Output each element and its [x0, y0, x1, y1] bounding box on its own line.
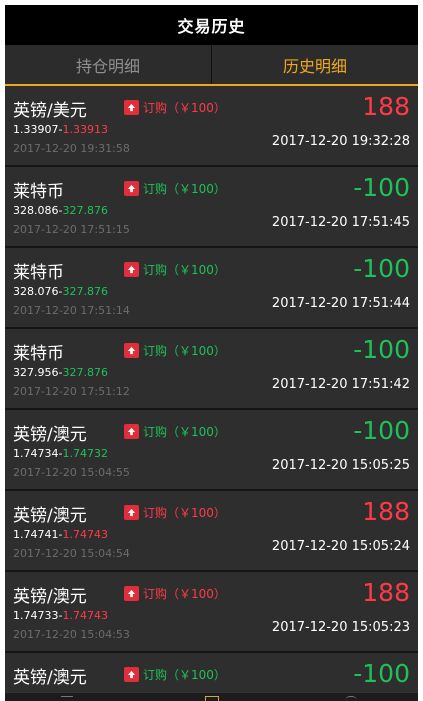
close-price: 327.876	[62, 204, 108, 217]
price-pair: 1.74741-1.74743	[13, 528, 108, 541]
profit-amount: -100	[353, 659, 410, 688]
close-time: 2017-12-20 15:05:25	[271, 458, 410, 473]
nav-home-icon[interactable]	[61, 696, 73, 701]
open-price: 1.74741-	[13, 528, 63, 541]
price-pair: 1.74733-1.74743	[13, 609, 108, 622]
close-price: 1.74732	[62, 447, 108, 460]
trade-record-row[interactable]: 英镑/澳元 订购（￥100） 1.74734-1.74732 2017-12-2…	[5, 410, 418, 491]
open-price: 1.33907-	[13, 123, 63, 136]
price-pair: 1.33907-1.33913	[13, 123, 108, 136]
nav-history-icon[interactable]	[205, 696, 219, 701]
close-time: 2017-12-20 17:51:42	[271, 377, 410, 392]
arrow-up-icon	[124, 343, 139, 358]
instrument-name: 英镑/澳元	[13, 587, 87, 607]
profit-amount: 188	[362, 92, 410, 121]
instrument-name: 英镑/澳元	[13, 506, 87, 526]
tab-positions[interactable]: 持仓明细	[5, 45, 211, 84]
arrow-up-icon	[124, 262, 139, 277]
profit-amount: -100	[353, 173, 410, 202]
profit-amount: 188	[362, 497, 410, 526]
arrow-up-icon	[124, 667, 139, 682]
order-label: 订购（￥100）	[143, 263, 226, 277]
order-badge: 订购（￥100）	[124, 504, 226, 521]
instrument-name: 莱特币	[13, 182, 64, 202]
order-badge: 订购（￥100）	[124, 99, 226, 116]
order-label: 订购（￥100）	[143, 506, 226, 520]
bottom-nav	[5, 692, 418, 701]
page-title: 交易历史	[5, 5, 418, 45]
order-label: 订购（￥100）	[143, 425, 226, 439]
trade-record-row[interactable]: 英镑/美元 订购（￥100） 1.33907-1.33913 2017-12-2…	[5, 86, 418, 167]
trade-record-row[interactable]: 英镑/澳元 订购（￥100） 1.74741-1.74743 2017-12-2…	[5, 491, 418, 572]
trade-record-row[interactable]: 莱特币 订购（￥100） 328.076-327.876 2017-12-20 …	[5, 248, 418, 329]
arrow-up-icon	[124, 100, 139, 115]
trade-history-list: 英镑/美元 订购（￥100） 1.33907-1.33913 2017-12-2…	[5, 86, 418, 701]
price-pair: 327.956-327.876	[13, 366, 108, 379]
order-label: 订购（￥100）	[143, 587, 226, 601]
arrow-up-icon	[124, 424, 139, 439]
profit-amount: -100	[353, 254, 410, 283]
instrument-name: 英镑/美元	[13, 101, 87, 121]
close-price: 327.876	[62, 366, 108, 379]
close-price: 327.876	[62, 285, 108, 298]
order-label: 订购（￥100）	[143, 182, 226, 196]
instrument-name: 莱特币	[13, 344, 64, 364]
nav-profile-icon[interactable]	[345, 696, 357, 701]
order-badge: 订购（￥100）	[124, 180, 226, 197]
trade-record-row[interactable]: 英镑/澳元 订购（￥100） 1.74733-1.74743 2017-12-2…	[5, 572, 418, 653]
open-time: 2017-12-20 17:51:14	[13, 304, 130, 317]
open-time: 2017-12-20 19:31:58	[13, 142, 130, 155]
order-label: 订购（￥100）	[143, 668, 226, 682]
tab-bar: 持仓明细 历史明细	[5, 45, 418, 86]
order-badge: 订购（￥100）	[124, 261, 226, 278]
price-pair: 328.076-327.876	[13, 285, 108, 298]
close-price: 1.74743	[62, 609, 108, 622]
instrument-name: 英镑/澳元	[13, 425, 87, 445]
open-time: 2017-12-20 17:51:12	[13, 385, 130, 398]
instrument-name: 莱特币	[13, 263, 64, 283]
close-time: 2017-12-20 15:05:23	[271, 620, 410, 635]
close-price: 1.74743	[62, 528, 108, 541]
trade-record-row[interactable]: 莱特币 订购（￥100） 327.956-327.876 2017-12-20 …	[5, 329, 418, 410]
arrow-up-icon	[124, 505, 139, 520]
instrument-name: 英镑/澳元	[13, 668, 87, 688]
close-price: 1.33913	[62, 123, 108, 136]
price-pair: 328.086-327.876	[13, 204, 108, 217]
open-time: 2017-12-20 17:51:15	[13, 223, 130, 236]
close-time: 2017-12-20 19:32:28	[271, 134, 410, 149]
order-badge: 订购（￥100）	[124, 423, 226, 440]
app-screen: 交易历史 持仓明细 历史明细 英镑/美元 订购（￥100） 1.33907-1.…	[5, 5, 418, 701]
close-time: 2017-12-20 15:05:24	[271, 539, 410, 554]
open-time: 2017-12-20 15:04:55	[13, 466, 130, 479]
open-price: 328.086-	[13, 204, 63, 217]
order-label: 订购（￥100）	[143, 344, 226, 358]
trade-record-row[interactable]: 莱特币 订购（￥100） 328.086-327.876 2017-12-20 …	[5, 167, 418, 248]
tab-history[interactable]: 历史明细	[212, 45, 418, 84]
open-time: 2017-12-20 15:04:54	[13, 547, 130, 560]
arrow-up-icon	[124, 586, 139, 601]
profit-amount: 188	[362, 578, 410, 607]
open-price: 327.956-	[13, 366, 63, 379]
order-badge: 订购（￥100）	[124, 666, 226, 683]
close-time: 2017-12-20 17:51:44	[271, 296, 410, 311]
profit-amount: -100	[353, 416, 410, 445]
open-time: 2017-12-20 15:04:53	[13, 628, 130, 641]
order-label: 订购（￥100）	[143, 101, 226, 115]
open-price: 328.076-	[13, 285, 63, 298]
order-badge: 订购（￥100）	[124, 342, 226, 359]
open-price: 1.74733-	[13, 609, 63, 622]
open-price: 1.74734-	[13, 447, 63, 460]
profit-amount: -100	[353, 335, 410, 364]
close-time: 2017-12-20 17:51:45	[271, 215, 410, 230]
order-badge: 订购（￥100）	[124, 585, 226, 602]
arrow-up-icon	[124, 181, 139, 196]
price-pair: 1.74734-1.74732	[13, 447, 108, 460]
